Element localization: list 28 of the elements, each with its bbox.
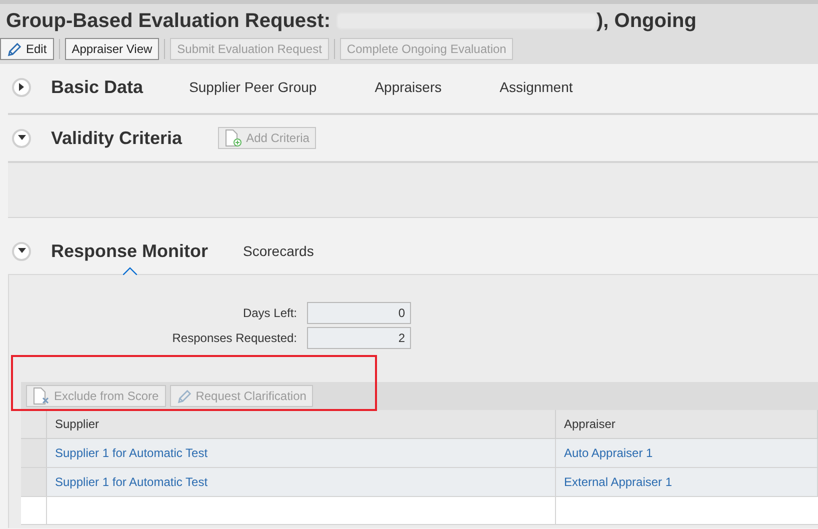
table-link[interactable]: Supplier 1 for Automatic Test (47, 468, 556, 496)
number-field[interactable]: 2 (307, 327, 411, 349)
field-label: Days Left: (242, 305, 297, 322)
expand-toggle-icon[interactable] (12, 78, 31, 96)
column-header: Supplier (47, 410, 556, 438)
section-tab[interactable]: Response Monitor (51, 238, 208, 264)
pencil-icon (7, 42, 22, 56)
collapse-toggle-icon[interactable] (12, 242, 31, 260)
column-header: Appraiser (556, 410, 818, 438)
table-link[interactable]: Supplier 1 for Automatic Test (47, 439, 556, 467)
document-add-icon (225, 129, 242, 147)
section-tab[interactable]: Scorecards (243, 240, 314, 262)
collapse-toggle-icon[interactable] (12, 128, 31, 148)
toolbar-button[interactable]: Appraiser View (64, 38, 160, 60)
pencil-icon (176, 388, 192, 404)
window-title: Group-Based Evaluation Request: (6, 9, 330, 34)
section-tab[interactable]: Basic Data (51, 74, 144, 100)
document-remove-icon (33, 387, 50, 405)
section-tab[interactable]: Validity Criteria (51, 124, 182, 152)
table-link[interactable]: External Appraiser 1 (556, 468, 818, 496)
edit-button[interactable]: Edit (0, 38, 54, 60)
section-tab[interactable]: Appraisers (374, 76, 442, 98)
number-field[interactable]: 0 (307, 302, 411, 324)
table-link[interactable]: Auto Appraiser 1 (556, 439, 818, 467)
field-label: Responses Requested: (171, 330, 297, 347)
section-tab[interactable]: Assignment (500, 76, 573, 98)
status-text: ), Ongoing (596, 9, 696, 34)
section-tab[interactable]: Supplier Peer Group (189, 76, 317, 98)
